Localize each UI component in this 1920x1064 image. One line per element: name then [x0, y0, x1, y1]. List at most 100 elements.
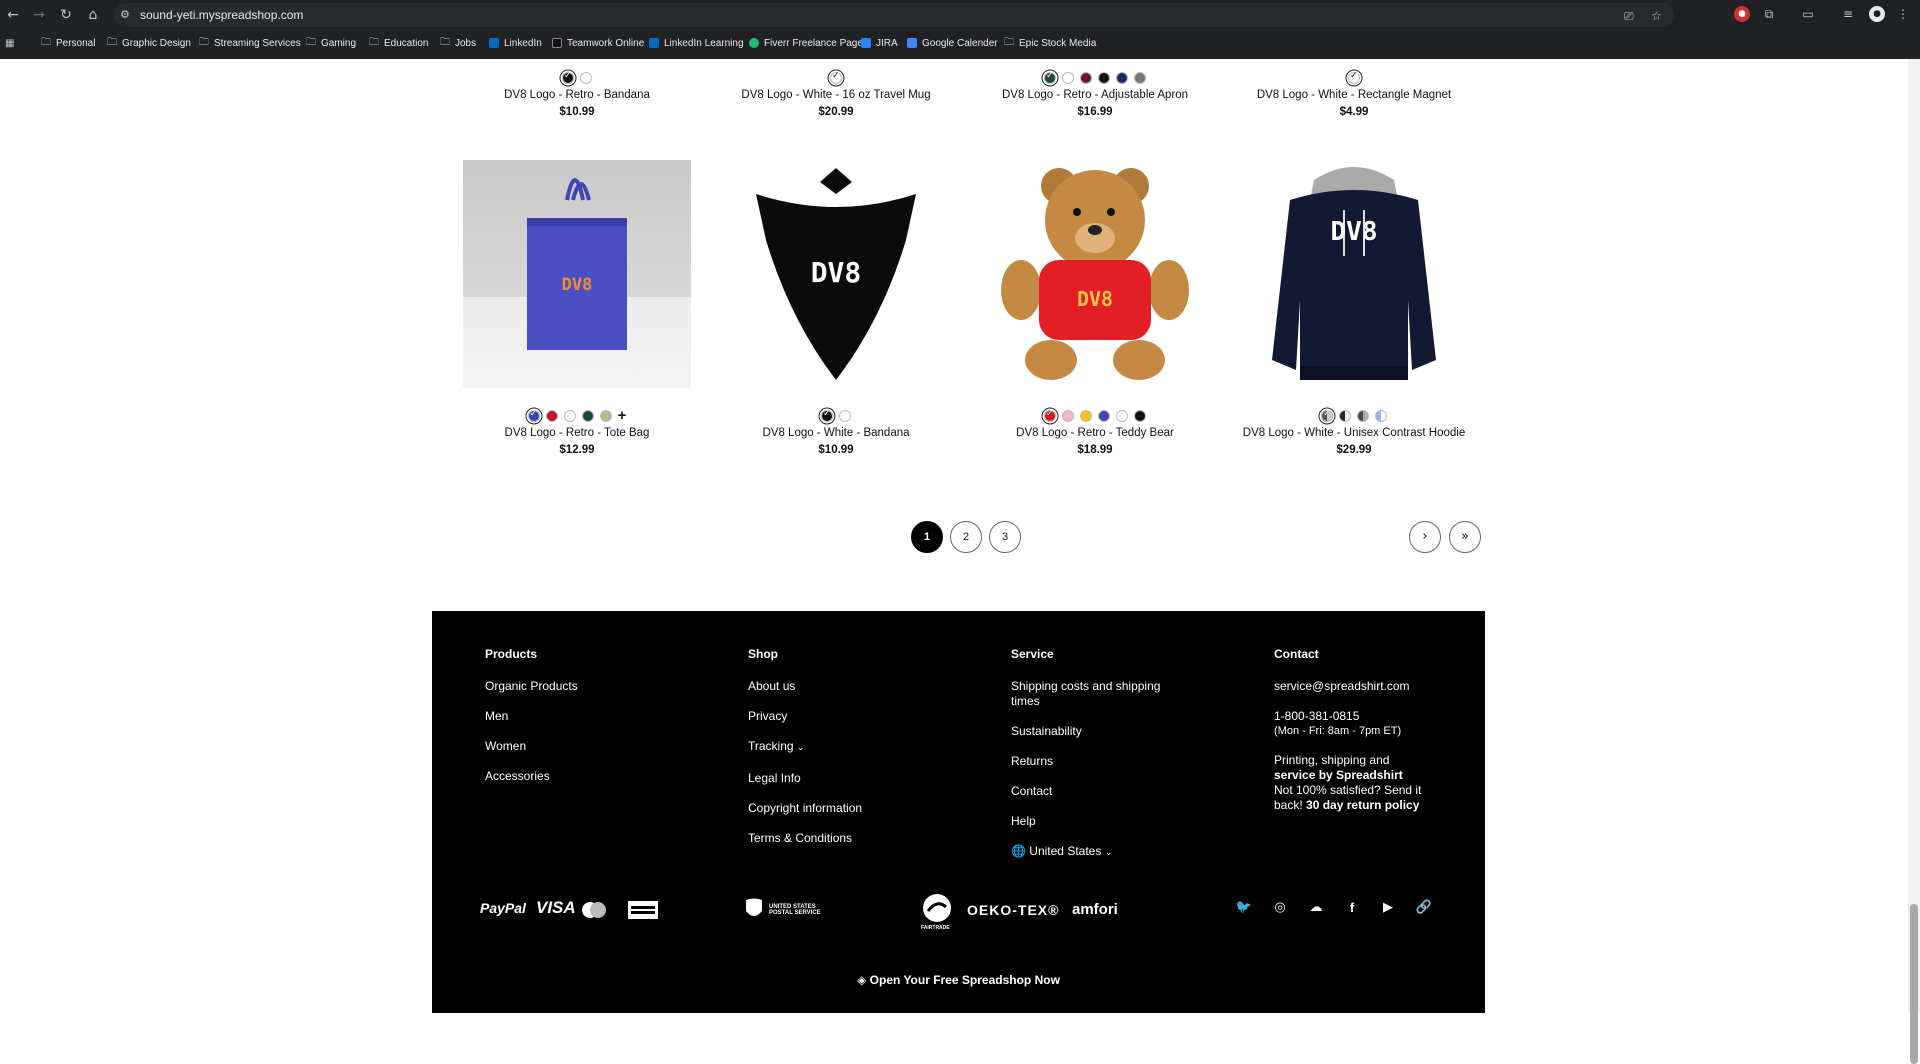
product-card[interactable]: DV8 Logo - White - Rectangle Magnet $4.9…: [1240, 71, 1468, 118]
forward-icon[interactable]: →: [30, 6, 48, 24]
footer-link[interactable]: Returns: [1011, 754, 1181, 769]
back-icon[interactable]: ←: [4, 6, 22, 24]
media-icon[interactable]: ≡: [1840, 6, 1856, 22]
footer-link[interactable]: About us: [748, 679, 968, 694]
color-swatch[interactable]: [581, 410, 594, 422]
bookmark-star-icon[interactable]: ☆: [1651, 9, 1662, 23]
contact-email[interactable]: service@spreadshirt.com: [1274, 679, 1454, 694]
color-swatch[interactable]: [839, 410, 851, 422]
product-card[interactable]: DV8 Logo - Retro - Bandana $10.99: [463, 71, 691, 118]
menu-icon[interactable]: ⋮: [1895, 6, 1911, 22]
product-card[interactable]: DV8 Logo - White - Unisex Contrast Hoodi…: [1240, 409, 1468, 456]
bookmark-linkedin-learning[interactable]: LinkedIn Learning: [649, 35, 744, 51]
apps-icon[interactable]: ▦: [5, 35, 14, 51]
footer-link[interactable]: Sustainability: [1011, 724, 1181, 739]
color-swatch[interactable]: [821, 409, 833, 422]
color-swatch[interactable]: [1375, 410, 1387, 422]
color-swatch[interactable]: [545, 410, 558, 422]
install-app-icon[interactable]: ⎚: [1624, 9, 1634, 24]
bookmark-streaming-services[interactable]: 🗀 Streaming Services: [199, 35, 301, 51]
footer-link[interactable]: Copyright information: [748, 801, 968, 816]
open-spreadshop-link[interactable]: ◈ Open Your Free Spreadshop Now: [432, 973, 1485, 987]
color-swatch[interactable]: [1134, 410, 1146, 422]
scrollbar-thumb[interactable]: [1910, 904, 1918, 1064]
bookmark-personal[interactable]: 🗀 Personal: [41, 35, 95, 51]
product-name[interactable]: DV8 Logo - White - Rectangle Magnet: [1240, 89, 1468, 101]
bookmark-fiverr[interactable]: Fiverr Freelance Page: [749, 35, 863, 51]
footer-link[interactable]: Contact: [1011, 784, 1181, 799]
color-swatch[interactable]: [1044, 409, 1056, 422]
color-swatch[interactable]: [1044, 71, 1056, 84]
soundcloud-icon[interactable]: ☁: [1307, 900, 1325, 915]
profile-avatar[interactable]: ●: [1869, 6, 1885, 22]
footer-link[interactable]: Terms & Conditions: [748, 831, 968, 846]
color-swatch[interactable]: [562, 71, 574, 84]
product-card[interactable]: DV8 Logo - Retro - Adjustable Apron $16.…: [981, 71, 1209, 118]
product-name[interactable]: DV8 Logo - Retro - Bandana: [463, 89, 691, 101]
bandana-image[interactable]: DV8: [722, 160, 950, 388]
color-swatch[interactable]: [527, 409, 540, 422]
contact-phone[interactable]: 1-800-381-0815: [1274, 709, 1454, 724]
spreadshirt-service-link[interactable]: service by Spreadshirt: [1274, 768, 1454, 783]
footer-link[interactable]: Women: [485, 739, 705, 754]
address-bar[interactable]: ⚙ sound-yeti.myspreadshop.com ⎚ ☆: [114, 3, 1674, 27]
product-card[interactable]: DV8 Logo - White - 16 oz Travel Mug $20.…: [722, 71, 950, 118]
site-info-icon[interactable]: ⚙: [120, 8, 130, 21]
bookmark-linkedin[interactable]: LinkedIn: [489, 35, 542, 51]
footer-link[interactable]: Shipping costs and shipping times: [1011, 679, 1181, 709]
facebook-icon[interactable]: f: [1343, 900, 1361, 915]
page-1-button[interactable]: 1: [911, 521, 943, 553]
product-name[interactable]: DV8 Logo - Retro - Adjustable Apron: [981, 89, 1209, 101]
color-swatch[interactable]: [1116, 72, 1128, 84]
color-swatch[interactable]: [1098, 410, 1110, 422]
footer-link[interactable]: Men: [485, 709, 705, 724]
footer-link[interactable]: Privacy: [748, 709, 968, 724]
product-name[interactable]: DV8 Logo - Retro - Teddy Bear: [981, 427, 1209, 439]
page-2-button[interactable]: 2: [950, 521, 982, 553]
color-swatch[interactable]: [1080, 72, 1092, 84]
teddy-bear-image[interactable]: DV8: [981, 160, 1209, 388]
return-policy-link[interactable]: 30 day return policy: [1306, 798, 1419, 812]
color-swatch[interactable]: [1080, 410, 1092, 422]
bookmark-google-calendar[interactable]: Google Calender: [907, 35, 998, 51]
bookmark-education[interactable]: 🗀 Education: [369, 35, 428, 51]
footer-link[interactable]: Help: [1011, 814, 1181, 829]
product-card[interactable]: + DV8 Logo - Retro - Tote Bag $12.99: [463, 408, 691, 456]
reload-icon[interactable]: ↻: [57, 6, 75, 24]
bookmark-gaming[interactable]: 🗀 Gaming: [306, 35, 356, 51]
footer-link[interactable]: Organic Products: [485, 679, 705, 694]
extensions-puzzle-icon[interactable]: ⧉: [1761, 6, 1777, 22]
bookmark-teamwork-online[interactable]: Teamwork Online: [552, 35, 644, 51]
product-name[interactable]: DV8 Logo - Retro - Tote Bag: [463, 427, 691, 439]
tote-bag-image[interactable]: DV8: [463, 160, 691, 388]
link-icon[interactable]: 🔗: [1415, 900, 1433, 915]
color-swatch[interactable]: [580, 72, 592, 84]
product-name[interactable]: DV8 Logo - White - 16 oz Travel Mug: [722, 89, 950, 101]
color-swatch[interactable]: [599, 410, 612, 422]
color-swatch[interactable]: [1357, 410, 1369, 422]
footer-link[interactable]: Legal Info: [748, 771, 968, 786]
next-page-button[interactable]: ›: [1409, 521, 1441, 553]
page-scrollbar[interactable]: [1908, 59, 1920, 1064]
hoodie-image[interactable]: DV8: [1240, 160, 1468, 388]
color-swatch[interactable]: [1348, 71, 1360, 84]
instagram-icon[interactable]: ◎: [1271, 900, 1289, 915]
product-card[interactable]: DV8 Logo - White - Bandana $10.99: [722, 409, 950, 456]
color-swatch[interactable]: [1116, 410, 1128, 422]
tracking-dropdown[interactable]: Tracking ⌄: [748, 739, 968, 756]
product-name[interactable]: DV8 Logo - White - Unisex Contrast Hoodi…: [1240, 427, 1468, 439]
footer-link[interactable]: Accessories: [485, 769, 705, 784]
bookmark-jobs[interactable]: 🗀 Jobs: [440, 35, 476, 51]
page-3-button[interactable]: 3: [989, 521, 1021, 553]
youtube-icon[interactable]: ▶: [1379, 900, 1397, 915]
bookmark-jira[interactable]: JIRA: [861, 35, 898, 51]
extension-icon[interactable]: ●: [1734, 6, 1750, 22]
bookmark-epic-stock-media[interactable]: 🗀 Epic Stock Media: [1004, 35, 1096, 51]
cast-icon[interactable]: ▭: [1800, 6, 1816, 22]
color-swatch[interactable]: [1098, 72, 1110, 84]
bookmark-graphic-design[interactable]: 🗀 Graphic Design: [107, 35, 191, 51]
product-name[interactable]: DV8 Logo - White - Bandana: [722, 427, 950, 439]
country-selector[interactable]: 🌐 United States ⌄: [1011, 844, 1181, 861]
last-page-button[interactable]: »: [1449, 521, 1481, 553]
color-swatch[interactable]: [563, 410, 576, 422]
